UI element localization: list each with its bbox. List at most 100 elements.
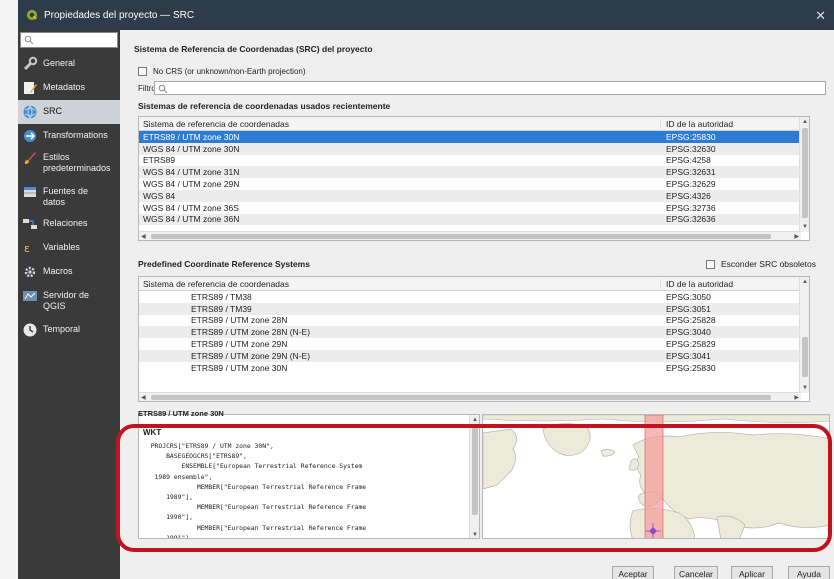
scroll-left-icon[interactable]: ◀ bbox=[141, 394, 146, 401]
table-row[interactable]: ETRS89 / UTM zone 29N EPSG:25829 bbox=[139, 338, 809, 350]
crs-name-cell: ETRS89 / UTM zone 28N bbox=[191, 315, 288, 326]
table-row[interactable]: ETRS89 / UTM zone 29N (N-E) EPSG:3041 bbox=[139, 349, 809, 362]
table-row[interactable]: ETRS89 / UTM zone 30N EPSG:25830 bbox=[139, 131, 809, 143]
checkbox-box[interactable] bbox=[706, 259, 715, 269]
table-row[interactable]: WGS 84 / UTM zone 31N EPSG:32631 bbox=[139, 166, 809, 179]
qgis-logo-icon bbox=[27, 10, 37, 20]
table-row[interactable]: ETRS89 / UTM zone 30N EPSG:25830 bbox=[139, 362, 809, 374]
sidebar-item-label: Fuentes de datos bbox=[43, 186, 89, 207]
authority-id-cell: EPSG:25828 bbox=[666, 315, 716, 326]
accept-button[interactable]: Aceptar bbox=[612, 566, 654, 579]
table-row[interactable]: ETRS89 / UTM zone 28N (N-E) EPSG:3040 bbox=[139, 326, 809, 339]
cancel-button[interactable]: Cancelar bbox=[674, 566, 718, 579]
scroll-down-icon[interactable]: ▼ bbox=[802, 385, 808, 391]
scroll-up-icon[interactable]: ▲ bbox=[472, 417, 478, 423]
server-icon bbox=[23, 291, 37, 301]
recent-rows: ETRS89 / UTM zone 30N EPSG:25830 WGS 84 / … bbox=[139, 131, 809, 226]
column-header-crs[interactable]: Sistema de referencia de coordenadas bbox=[139, 278, 661, 289]
hide-obsolete-checkbox[interactable]: Esconder SRC obsoletos bbox=[706, 259, 816, 269]
recent-crs-table[interactable]: Sistema de referencia de coordenadas ID … bbox=[138, 116, 810, 241]
table-row[interactable]: WGS 84 / UTM zone 29N EPSG:32629 bbox=[139, 178, 809, 190]
column-header-crs[interactable]: Sistema de referencia de coordenadas bbox=[139, 118, 661, 129]
scroll-up-icon[interactable]: ▲ bbox=[802, 279, 808, 285]
scrollbar-thumb[interactable] bbox=[151, 234, 771, 239]
window-title: Propiedades del proyecto — SRC bbox=[44, 9, 195, 21]
table-row[interactable]: ETRS89 / UTM zone 28N EPSG:25828 bbox=[139, 315, 809, 327]
scroll-down-icon[interactable]: ▼ bbox=[472, 532, 478, 538]
vertical-scrollbar[interactable]: ▲ ▼ bbox=[799, 277, 809, 393]
crs-name-cell: WGS 84 / UTM zone 36N bbox=[143, 214, 240, 225]
horizontal-scrollbar[interactable]: ◀ ▶ bbox=[139, 231, 801, 240]
crs-name-cell: WGS 84 / UTM zone 30N bbox=[143, 143, 240, 154]
authority-id-cell: EPSG:32630 bbox=[666, 143, 716, 154]
search-icon bbox=[158, 84, 168, 94]
authority-id-cell: EPSG:3040 bbox=[666, 327, 711, 338]
sidebar-item-label: Transformations bbox=[43, 130, 108, 140]
authority-id-cell: EPSG:32636 bbox=[666, 214, 716, 225]
scrollbar-thumb[interactable] bbox=[802, 337, 808, 377]
predefined-crs-table[interactable]: Sistema de referencia de coordenadas ID … bbox=[138, 276, 810, 402]
sidebar-item-src[interactable]: SRC bbox=[18, 100, 120, 124]
scroll-up-icon[interactable]: ▲ bbox=[802, 119, 808, 125]
horizontal-scrollbar[interactable]: ◀ ▶ bbox=[139, 392, 801, 401]
no-crs-checkbox[interactable]: No CRS (or unknown/non-Earth projection) bbox=[138, 64, 738, 78]
authority-id-cell: EPSG:25830 bbox=[666, 362, 716, 373]
sidebar-item-transformations[interactable]: Transformations bbox=[18, 124, 120, 146]
sidebar-item-macros[interactable]: Macros bbox=[18, 260, 120, 284]
brush-icon bbox=[24, 152, 36, 164]
sidebar-item-variables[interactable]: ε Variables bbox=[18, 236, 120, 260]
close-icon[interactable]: ✕ bbox=[815, 8, 826, 24]
sidebar-item-relaciones[interactable]: Relaciones bbox=[18, 212, 120, 236]
authority-id-cell: EPSG:32631 bbox=[666, 167, 716, 178]
table-row[interactable]: WGS 84 / UTM zone 30N EPSG:32630 bbox=[139, 142, 809, 155]
wkt-title: WKT bbox=[143, 428, 162, 437]
table-row[interactable]: ETRS89 / TM38 EPSG:3050 bbox=[139, 291, 809, 303]
table-row[interactable]: ETRS89 / TM39 EPSG:3051 bbox=[139, 302, 809, 315]
table-row[interactable]: ETRS89 EPSG:4258 bbox=[139, 155, 809, 167]
scrollbar-thumb[interactable] bbox=[472, 427, 478, 515]
scroll-down-icon[interactable]: ▼ bbox=[802, 224, 808, 230]
scroll-right-icon[interactable]: ▶ bbox=[794, 394, 799, 401]
hide-obsolete-label: Esconder SRC obsoletos bbox=[721, 259, 816, 269]
authority-id-cell: EPSG:32736 bbox=[666, 202, 716, 213]
vertical-scrollbar[interactable]: ▲ ▼ bbox=[469, 415, 479, 538]
checkbox-box[interactable] bbox=[138, 66, 147, 76]
sidebar-item-temporal[interactable]: Temporal bbox=[18, 318, 120, 342]
sidebar-item-general[interactable]: General bbox=[18, 52, 120, 76]
scroll-right-icon[interactable]: ▶ bbox=[794, 233, 799, 240]
authority-id-cell: EPSG:3050 bbox=[666, 291, 711, 302]
sidebar-search-input[interactable] bbox=[20, 32, 118, 48]
sidebar-item-estilos[interactable]: Estilos predeterminados bbox=[18, 146, 120, 180]
scrollbar-thumb[interactable] bbox=[802, 128, 808, 218]
window-title-bar: Propiedades del proyecto — SRC ✕ bbox=[18, 0, 834, 30]
scroll-left-icon[interactable]: ◀ bbox=[141, 233, 146, 240]
scrollbar-thumb[interactable] bbox=[151, 395, 771, 400]
wkt-text[interactable]: PROJCRS["ETRS89 / UTM zone 30N", BASEGEO… bbox=[143, 441, 465, 538]
filter-input[interactable] bbox=[154, 81, 826, 95]
crs-name-cell: ETRS89 / UTM zone 29N (N-E) bbox=[191, 350, 311, 361]
table-row[interactable]: WGS 84 / UTM zone 36N EPSG:32636 bbox=[139, 213, 809, 226]
crs-name-cell: ETRS89 / UTM zone 30N bbox=[191, 362, 288, 373]
sidebar-item-fuentes[interactable]: Fuentes de datos bbox=[18, 180, 120, 212]
column-header-authority[interactable]: ID de la autoridad bbox=[661, 119, 733, 129]
crs-name-cell: ETRS89 / UTM zone 28N (N-E) bbox=[191, 327, 311, 338]
crs-extent-zone bbox=[644, 415, 664, 538]
variables-icon: ε bbox=[24, 242, 30, 255]
authority-id-cell: EPSG:4326 bbox=[666, 190, 711, 201]
svg-text:ε: ε bbox=[24, 242, 30, 255]
authority-id-cell: EPSG:3041 bbox=[666, 350, 711, 361]
crs-extent-map[interactable] bbox=[482, 414, 830, 539]
authority-id-cell: EPSG:25829 bbox=[666, 339, 716, 350]
table-row[interactable]: WGS 84 / UTM zone 36S EPSG:32736 bbox=[139, 202, 809, 214]
column-header-authority[interactable]: ID de la autoridad bbox=[661, 279, 733, 289]
wkt-panel[interactable]: WKT PROJCRS["ETRS89 / UTM zone 30N", BAS… bbox=[138, 414, 480, 539]
pencil-icon bbox=[24, 82, 37, 94]
table-row[interactable]: WGS 84 EPSG:4326 bbox=[139, 189, 809, 202]
crs-name-cell: ETRS89 bbox=[143, 155, 176, 166]
vertical-scrollbar[interactable]: ▲ ▼ bbox=[799, 117, 809, 232]
authority-id-cell: EPSG:3051 bbox=[666, 303, 711, 314]
sidebar-item-servidor[interactable]: Servidor de QGIS bbox=[18, 284, 120, 318]
apply-button[interactable]: Aplicar bbox=[731, 566, 773, 579]
help-button[interactable]: Ayuda bbox=[788, 566, 830, 579]
sidebar-item-metadatos[interactable]: Metadatos bbox=[18, 76, 120, 100]
